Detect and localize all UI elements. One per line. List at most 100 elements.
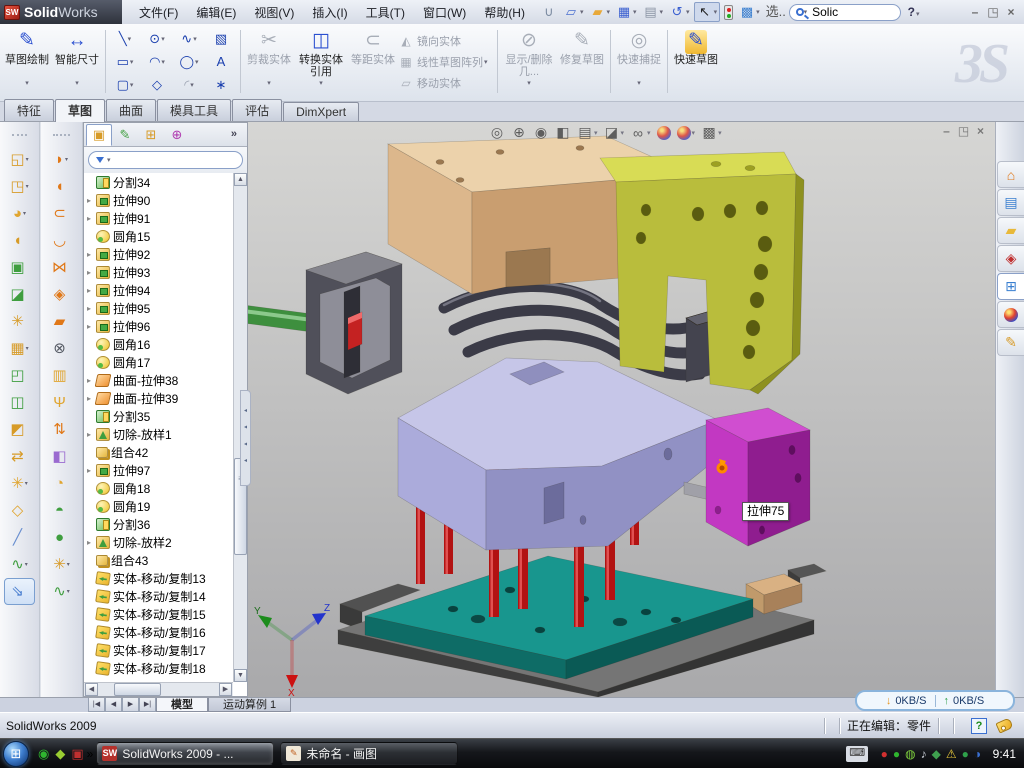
configurationmanager-tab[interactable]: ⊞: [138, 124, 164, 146]
close-button[interactable]: ×: [1002, 5, 1020, 19]
appearances-scenes-tab[interactable]: [997, 301, 1024, 328]
hole-wizard-tool[interactable]: ✳▾: [0, 308, 39, 335]
new-document-icon[interactable]: ▱: [561, 3, 586, 21]
spline-tool[interactable]: ∿▾: [41, 578, 82, 605]
extruded-cut-tool[interactable]: ◱▾: [0, 146, 39, 173]
tray-network-icon[interactable]: ◆: [932, 747, 941, 761]
quicklaunch-messenger-icon[interactable]: ◉: [38, 746, 49, 762]
expand-arrow-icon[interactable]: ▸: [87, 538, 96, 547]
file-explorer-tab[interactable]: ▰: [997, 217, 1024, 244]
zoom-area-icon[interactable]: ⊕: [508, 123, 530, 142]
scroll-thumb-horizontal[interactable]: [114, 683, 162, 696]
feature-tree-item[interactable]: ▸ 圆角18: [87, 479, 233, 497]
feature-tree-item[interactable]: ▸ 拉伸91: [87, 209, 233, 227]
quicklaunch-app-icon[interactable]: ◆: [55, 746, 65, 762]
revolved-boss-tool[interactable]: ◗▾: [41, 146, 82, 173]
repair-sketch-button[interactable]: ✎ 修复草图: [557, 27, 607, 96]
feature-tree-item[interactable]: ▸ 圆角19: [87, 497, 233, 515]
quicklaunch-solidworks-icon[interactable]: ▣: [71, 746, 83, 762]
manager-overflow-button[interactable]: »: [231, 128, 237, 140]
point-icon[interactable]: ∗: [205, 73, 237, 96]
pattern-tool[interactable]: ▦▾: [0, 335, 39, 362]
menu-item[interactable]: 视图(V): [245, 1, 303, 24]
propertymanager-tab[interactable]: ✎: [112, 124, 138, 146]
search-input[interactable]: [812, 5, 876, 19]
tray-badge-icon[interactable]: ◍: [905, 747, 915, 761]
feature-tree-item[interactable]: ▸ 拉伸95: [87, 299, 233, 317]
status-help-icon[interactable]: ?: [971, 718, 987, 734]
view-orientation-icon[interactable]: ▤: [574, 123, 601, 142]
tray-shield-icon[interactable]: ●: [893, 747, 900, 761]
scroll-right-icon[interactable]: ▶: [219, 683, 232, 696]
feature-tree-item[interactable]: ▸ 圆角16: [87, 335, 233, 353]
point-tool[interactable]: ✳▾: [41, 551, 82, 578]
command-tab[interactable]: 模具工具: [157, 99, 231, 121]
clock[interactable]: 9:41: [993, 747, 1016, 761]
fillet-tool[interactable]: ◕▾: [0, 200, 39, 227]
feature-tree-item[interactable]: ▸ 拉伸93: [87, 263, 233, 281]
save-icon[interactable]: ▦: [614, 3, 639, 21]
curve-tool[interactable]: ∿▾: [0, 551, 39, 578]
net-speed-widget[interactable]: ↓ 0KB/S ↑ 0KB/S: [855, 690, 1015, 711]
pin-icon[interactable]: ∪: [539, 3, 559, 21]
section-view-icon[interactable]: ◧: [552, 123, 574, 142]
sketch-button[interactable]: ✎ 草图绘制: [2, 27, 52, 96]
quick-launch-overflow-icon[interactable]: »: [87, 747, 94, 761]
expand-arrow-icon[interactable]: ▸: [87, 196, 96, 205]
offset-entities-button[interactable]: ⊂ 等距实体: [348, 27, 398, 96]
cut-body-tool[interactable]: ◪▾: [0, 281, 39, 308]
tray-volume-icon[interactable]: ♪: [921, 747, 927, 761]
boundary-boss-tool[interactable]: ⋈▾: [41, 254, 82, 281]
input-method-icon[interactable]: ⌨: [846, 746, 868, 762]
extruded-boss-tool[interactable]: ◳▾: [0, 173, 39, 200]
tree-filter-input[interactable]: ▾: [88, 151, 243, 169]
command-tab[interactable]: 曲面: [106, 99, 156, 121]
expand-arrow-icon[interactable]: ▸: [87, 268, 96, 277]
command-tab[interactable]: DimXpert: [283, 102, 359, 121]
sketch-picture-icon[interactable]: ▧: [205, 27, 237, 50]
apply-scene-icon[interactable]: [654, 125, 674, 141]
tray-antivirus-icon[interactable]: ●: [881, 747, 888, 761]
search-box[interactable]: ▾: [789, 4, 901, 21]
tray-security-icon[interactable]: ●: [962, 747, 969, 761]
feature-tree-item[interactable]: ▸ 实体-移动/复制14: [87, 587, 233, 605]
menu-item[interactable]: 文件(F): [130, 1, 187, 24]
restore-button[interactable]: ◳: [984, 5, 1002, 19]
draft-tool[interactable]: ⇅▾: [41, 416, 82, 443]
part-nozzle-clamp[interactable]: [248, 252, 402, 394]
feature-tree-item[interactable]: ▸ 分割36: [87, 515, 233, 533]
tab-nav-button[interactable]: |◀: [88, 698, 105, 712]
expand-arrow-icon[interactable]: ▸: [87, 304, 96, 313]
feature-tree-item[interactable]: ▸ 拉伸96: [87, 317, 233, 335]
move-copy-tool[interactable]: ⇄▾: [0, 443, 39, 470]
expand-arrow-icon[interactable]: ▸: [87, 466, 96, 475]
view-palette-tab[interactable]: ⊞: [997, 273, 1024, 300]
dimxpertmanager-tab[interactable]: ⊕: [164, 124, 190, 146]
panel-splitter-handle[interactable]: [240, 390, 251, 486]
feature-tree-item[interactable]: ▸ 组合43: [87, 551, 233, 569]
feature-tree-item[interactable]: ▸ 组合42: [87, 443, 233, 461]
taskbar-window-button[interactable]: ✎ 未命名 - 画图: [280, 742, 458, 765]
reference-plane-tool[interactable]: ◇▾: [0, 497, 39, 524]
ribbon-small-button[interactable]: ▦ 线性草图阵列: [398, 51, 494, 72]
freeform-tool[interactable]: ◓▾: [41, 497, 82, 524]
reference-axis-tool[interactable]: ╱▾: [0, 524, 39, 551]
shell-tool[interactable]: ▥▾: [41, 362, 82, 389]
tab-nav-button[interactable]: ◀: [105, 698, 122, 712]
feature-tree-item[interactable]: ▸ 实体-移动/复制17: [87, 641, 233, 659]
doc-close-button[interactable]: ×: [972, 124, 989, 138]
rib-tool[interactable]: Ψ▾: [41, 389, 82, 416]
lofted-boss-tool[interactable]: ◡▾: [41, 227, 82, 254]
zoom-selection-icon[interactable]: ◉: [530, 123, 552, 142]
cylinder-tool[interactable]: ●▾: [41, 524, 82, 551]
menu-item[interactable]: 工具(T): [357, 1, 414, 24]
command-tab[interactable]: 草图: [55, 99, 105, 122]
expand-arrow-icon[interactable]: ▸: [87, 286, 96, 295]
trim-entities-button[interactable]: ✂ 剪裁实体: [244, 27, 294, 96]
menu-item[interactable]: 窗口(W): [414, 1, 475, 24]
tab-nav-button[interactable]: ▶: [122, 698, 139, 712]
open-icon[interactable]: ▰: [588, 3, 613, 21]
expand-arrow-icon[interactable]: ▸: [87, 250, 96, 259]
start-button[interactable]: ⊞: [3, 741, 29, 767]
model-tab[interactable]: 模型: [156, 698, 208, 712]
